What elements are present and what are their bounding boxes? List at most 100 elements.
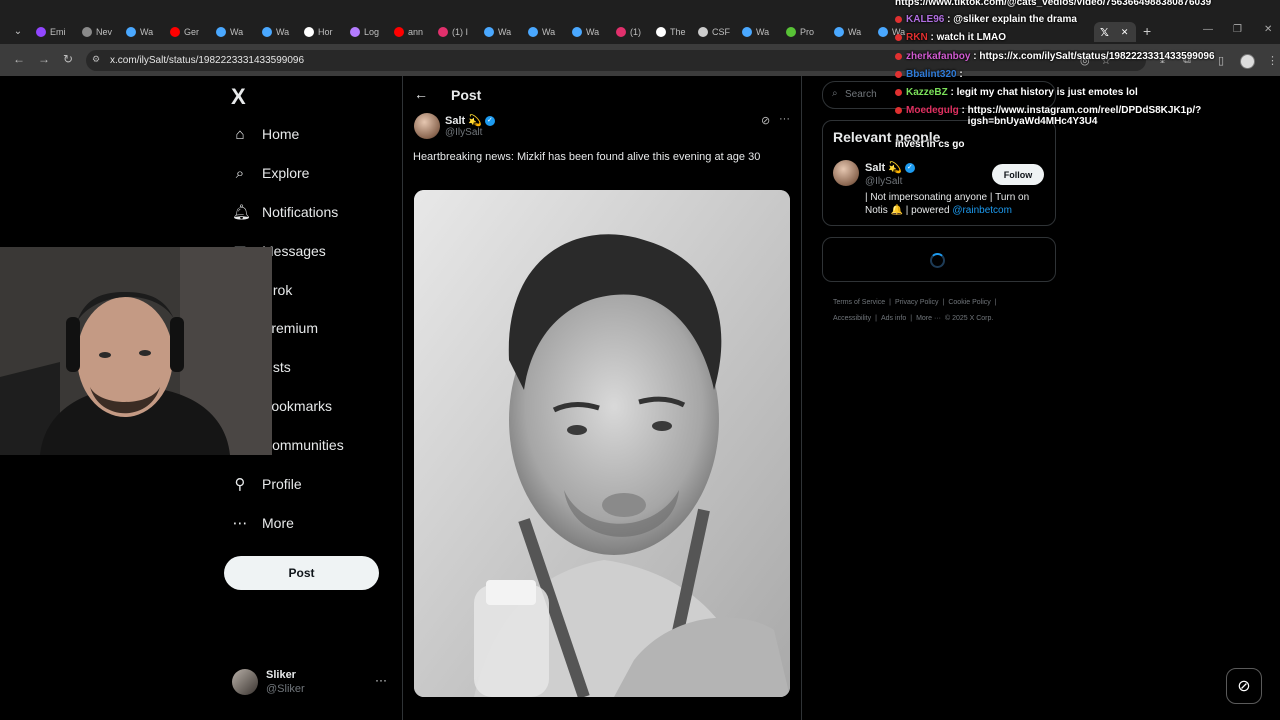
- chat-message: https://www.tiktok.com/@cats_vedios/vide…: [895, 0, 1211, 8]
- browser-tab[interactable]: Wa: [216, 24, 256, 40]
- post-text: Heartbreaking news: Mizkif has been foun…: [413, 151, 761, 163]
- post-author-name[interactable]: Salt 💫 ✓: [445, 114, 495, 127]
- browser-tab[interactable]: Hor: [304, 24, 344, 40]
- post-author-handle[interactable]: @IlySalt: [445, 127, 482, 138]
- tab-search-icon[interactable]: ⌄: [9, 24, 27, 40]
- compose-post-button[interactable]: Post: [224, 556, 379, 590]
- verified-badge-icon: ✓: [904, 162, 915, 173]
- footer-link[interactable]: More ···: [916, 315, 941, 322]
- chat-badge-icon: [895, 106, 902, 114]
- browser-tab[interactable]: Wa: [742, 24, 782, 40]
- chat-text: https://www.instagram.com/reel/DPDdS8KJK…: [967, 105, 1202, 127]
- browser-tab[interactable]: Ger: [170, 24, 210, 40]
- browser-tab[interactable]: Wa: [484, 24, 524, 40]
- post-author-avatar[interactable]: [414, 113, 440, 139]
- back-arrow-icon[interactable]: ←: [414, 86, 428, 102]
- relevant-person-avatar[interactable]: [833, 160, 859, 186]
- tab-favicon-icon: [528, 27, 538, 37]
- tab-label: (1) I: [452, 27, 469, 37]
- url-text[interactable]: x.com/ilySalt/status/1982223331433599096: [110, 55, 304, 66]
- tab-label: CSF: [712, 27, 730, 37]
- nav-item-explore[interactable]: ⌕ Explore: [232, 162, 310, 184]
- tab-favicon-icon: [878, 27, 888, 37]
- tab-favicon-icon: [36, 27, 46, 37]
- search-icon: ⌕: [235, 164, 245, 182]
- forward-icon[interactable]: →: [37, 52, 51, 66]
- tab-label: Hor: [318, 27, 333, 37]
- browser-tab[interactable]: Wa: [572, 24, 612, 40]
- chat-text: legit my chat history is just emotes lol: [956, 87, 1138, 98]
- nav-item-more[interactable]: ⋯ More: [232, 512, 294, 534]
- tab-label: Emi: [50, 27, 66, 37]
- nav-item-home[interactable]: ⌂ Home: [232, 123, 299, 145]
- tab-favicon-icon: [304, 27, 314, 37]
- browser-tab[interactable]: Wa: [528, 24, 568, 40]
- tab-label: Wa: [276, 27, 290, 37]
- post-more-icon[interactable]: ···: [779, 113, 790, 125]
- browser-tab[interactable]: Nev: [82, 24, 122, 40]
- person-icon: ⚲: [234, 476, 246, 493]
- chat-username: KALE96: [906, 14, 945, 25]
- footer-link[interactable]: Terms of Service: [833, 299, 885, 306]
- nav-item-profile[interactable]: ⚲ Profile: [232, 473, 302, 495]
- browser-tab[interactable]: Wa: [262, 24, 302, 40]
- browser-tab[interactable]: Emi: [36, 24, 76, 40]
- relevant-person-bio: | Not impersonating anyone | Turn on Not…: [865, 191, 1045, 217]
- footer-link[interactable]: © 2025 X Corp.: [945, 315, 993, 322]
- tab-label: The: [670, 27, 686, 37]
- tab-favicon-icon: [126, 27, 136, 37]
- chat-separator: :: [947, 87, 957, 98]
- post-author-name-text[interactable]: Salt 💫: [445, 114, 482, 127]
- nav-item-label: More: [262, 515, 294, 531]
- account-name[interactable]: Sliker: [266, 669, 296, 681]
- footer-link[interactable]: Cookie Policy: [948, 299, 990, 306]
- footer-separator: |: [889, 299, 891, 306]
- reload-icon[interactable]: ↻: [61, 52, 75, 66]
- footer-link[interactable]: Privacy Policy: [895, 299, 939, 306]
- tab-label: Wa: [498, 27, 512, 37]
- browser-tab[interactable]: The: [656, 24, 696, 40]
- account-avatar[interactable]: [232, 669, 258, 695]
- bio-link[interactable]: @rainbetcom: [952, 205, 1012, 216]
- footer-link[interactable]: Accessibility: [833, 315, 871, 322]
- chat-message: KALE96 : @sliker explain the drama: [895, 14, 1077, 25]
- browser-tab[interactable]: ann: [394, 24, 434, 40]
- browser-tab[interactable]: (1) I: [438, 24, 478, 40]
- account-menu-icon[interactable]: ···: [375, 673, 387, 687]
- nav-item-notifications[interactable]: 🔔︎ Notifications: [232, 201, 338, 223]
- nav-item-label: Profile: [262, 476, 302, 492]
- nav-item-label: Communities: [262, 437, 344, 453]
- x-logo[interactable]: X: [231, 84, 246, 110]
- nav-item-label: Bookmarks: [262, 398, 333, 414]
- more-circle-icon: ⋯: [232, 515, 248, 532]
- browser-tab[interactable]: Wa: [834, 24, 874, 40]
- chat-badge-icon: [895, 88, 902, 96]
- back-icon[interactable]: ←: [12, 52, 26, 66]
- browser-tab[interactable]: Log: [350, 24, 390, 40]
- search-placeholder[interactable]: Search: [845, 89, 877, 100]
- site-info-icon[interactable]: ⚙: [92, 54, 104, 66]
- tab-label: Wa: [848, 27, 862, 37]
- post-photo-graphic: [414, 190, 790, 697]
- chat-message: KazzeBZ : legit my chat history is just …: [895, 87, 1138, 98]
- footer-link[interactable]: Ads info: [881, 315, 906, 322]
- account-handle[interactable]: @Sliker: [266, 683, 305, 695]
- relevant-person-name[interactable]: Salt 💫 ✓: [865, 161, 915, 174]
- relevant-person-handle[interactable]: @IlySalt: [865, 176, 902, 187]
- browser-tab[interactable]: CSF: [698, 24, 738, 40]
- tab-favicon-icon: [216, 27, 226, 37]
- browser-tab[interactable]: Pro: [786, 24, 826, 40]
- tab-label: Pro: [800, 27, 815, 37]
- post-photo[interactable]: [414, 190, 790, 697]
- grok-explain-icon[interactable]: ⊘: [761, 114, 770, 127]
- follow-button[interactable]: Follow: [992, 164, 1044, 185]
- column-divider-right: [801, 76, 802, 720]
- tab-label: Wa: [140, 27, 154, 37]
- grok-floating-button[interactable]: ⊘: [1226, 668, 1262, 704]
- browser-tab[interactable]: Wa: [126, 24, 166, 40]
- relevant-person-name-text[interactable]: Salt 💫: [865, 161, 902, 174]
- browser-tab[interactable]: (1): [616, 24, 656, 40]
- tab-favicon-icon: [742, 27, 752, 37]
- chat-badge-icon: [895, 52, 902, 60]
- chat-message: RKN : watch it LMAO: [895, 32, 1006, 43]
